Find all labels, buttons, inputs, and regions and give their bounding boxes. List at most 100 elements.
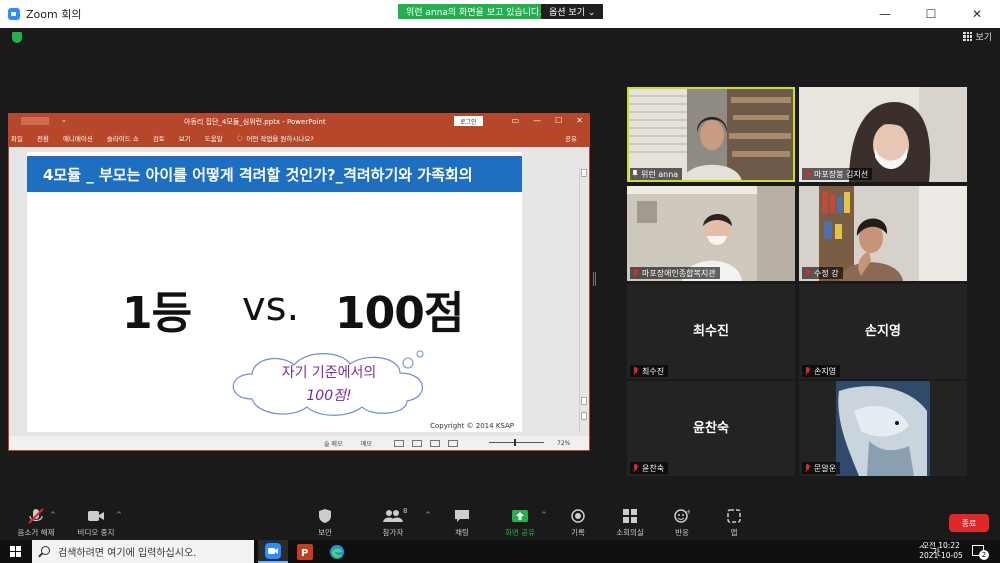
video-options-caret[interactable]: ^ <box>116 511 122 519</box>
zoom-app-icon <box>265 542 281 559</box>
svg-text:P: P <box>301 548 308 559</box>
participant-display-name: 최수진 <box>693 324 729 339</box>
ppt-share-button: 공유 <box>565 135 577 143</box>
stop-video-label: 비디오 중지 <box>77 528 115 537</box>
participant-name-tag: 마포장애인종합복지관 <box>630 267 720 279</box>
mic-muted-icon <box>632 463 639 473</box>
mic-muted-icon <box>632 268 639 278</box>
shield-icon <box>295 507 355 525</box>
encryption-shield-icon[interactable] <box>12 32 22 43</box>
notification-count: 2 <box>979 550 989 560</box>
mic-muted-icon <box>804 463 811 473</box>
window-controls: — ☐ ✕ <box>862 0 1000 28</box>
ppt-titlebar: ⌄ 아동리 집단_4모듈_심위런.pptx - PowerPoint 로그인 ▭… <box>9 114 589 129</box>
view-layout-label: 보기 <box>975 33 992 43</box>
maximize-button[interactable]: ☐ <box>908 0 954 28</box>
taskbar-edge-app[interactable] <box>322 540 352 563</box>
ppt-file-title: 아동리 집단_4모듈_심위런.pptx - PowerPoint <box>184 118 326 126</box>
breakout-rooms-button[interactable]: 소회의실 <box>600 507 660 538</box>
ppt-zoom-knob <box>514 439 516 446</box>
participant-name: 마포장애인종합복지관 <box>642 268 716 278</box>
view-options-button[interactable]: 옵션 보기 ⌄ <box>541 4 604 19</box>
people-icon: 8 <box>363 507 423 525</box>
participant-name: 수정 강 <box>814 268 839 278</box>
chat-button[interactable]: 채팅 <box>432 507 492 538</box>
security-label: 보안 <box>318 528 332 537</box>
participant-name-tag: 수정 강 <box>802 267 843 279</box>
split-view-handle[interactable] <box>593 272 596 286</box>
pin-icon <box>632 170 638 178</box>
close-button[interactable]: ✕ <box>954 0 1000 28</box>
mic-muted-icon <box>632 366 639 376</box>
ppt-tab-view: 보기 <box>178 135 191 143</box>
participants-options-caret[interactable]: ^ <box>425 511 431 519</box>
participant-name: 문알운 <box>814 463 837 473</box>
powerpoint-app-icon: P <box>297 543 313 560</box>
qat-customize-icon: ⌄ <box>61 116 67 124</box>
mic-muted-icon <box>804 268 811 278</box>
chat-label: 채팅 <box>455 528 469 537</box>
participants-button[interactable]: 8 참가자 <box>363 507 423 538</box>
ppt-ribbon-tabs: 파일 전환 애니메이션 슬라이드 쇼 검토 보기 도움말 ◌ 어떤 작업을 원하… <box>9 129 589 147</box>
search-icon <box>41 546 50 555</box>
participant-name-tag: 문알운 <box>802 462 841 474</box>
view-layout-button[interactable]: 보기 <box>963 30 992 43</box>
ppt-vertical-scrollbar <box>579 167 587 432</box>
clock-date: 2021-10-05 <box>919 551 963 560</box>
participant-tile[interactable]: 문알운 <box>799 381 967 476</box>
zoom-window: Zoom 회의 — ☐ ✕ 위런 anna의 화면을 보고 있습니다. 옵션 보… <box>0 0 1000 563</box>
shared-screen-powerpoint: ⌄ 아동리 집단_4모듈_심위런.pptx - PowerPoint 로그인 ▭… <box>8 113 590 451</box>
ppt-view-buttons <box>394 439 458 447</box>
reactions-button[interactable]: + 반응 <box>652 507 712 538</box>
audio-options-caret[interactable]: ^ <box>50 511 56 519</box>
participant-name-tag: 최수진 <box>630 365 669 377</box>
record-button[interactable]: 기록 <box>548 507 608 538</box>
security-button[interactable]: 보안 <box>295 507 355 538</box>
windows-taskbar: 검색하려면 여기에 입력하십시오. P ^ 가 오전 10:22 2021-10… <box>0 540 1000 563</box>
chat-bubble-icon <box>432 507 492 525</box>
taskbar-clock[interactable]: 오전 10:22 2021-10-05 <box>918 541 964 561</box>
slide-vs: vs. <box>242 284 300 330</box>
taskbar-zoom-app[interactable] <box>258 540 288 563</box>
participant-tile[interactable]: 손지영 손지영 <box>799 284 967 379</box>
minimize-button[interactable]: — <box>862 0 908 28</box>
unmute-button[interactable]: 음소거 해제 <box>6 507 66 538</box>
slide-header: 4모듈 _ 부모는 아이를 어떻게 격려할 것인가?_격려하기와 가족회의 <box>27 156 522 192</box>
end-meeting-button[interactable]: 종료 <box>949 514 989 532</box>
participant-tile[interactable]: 마포장봉 김지선 <box>799 87 967 182</box>
ppt-tell-me: 어떤 작업을 원하시나요? <box>246 135 314 143</box>
breakout-label: 소회의실 <box>616 528 644 537</box>
taskbar-search-placeholder: 검색하려면 여기에 입력하십시오. <box>58 548 197 559</box>
share-options-caret[interactable]: ^ <box>541 511 547 519</box>
participant-name: 손지영 <box>814 366 837 376</box>
ppt-tab-review: 검토 <box>152 135 165 143</box>
participant-tile[interactable]: 윤찬숙 윤찬숙 <box>627 381 795 476</box>
record-label: 기록 <box>571 528 585 537</box>
participant-name-tag: 위런 anna <box>630 168 683 180</box>
participants-count: 8 <box>403 507 408 515</box>
participant-name-tag: 손지영 <box>802 365 841 377</box>
participant-tile[interactable]: 위런 anna <box>627 87 795 182</box>
notification-center-icon[interactable]: 2 <box>972 545 989 560</box>
slide-copyright: Copyright © 2014 KSAP <box>430 422 514 430</box>
participant-tile[interactable]: 최수진 최수진 <box>627 284 795 379</box>
cloud-text-line2: 100점! <box>306 388 352 404</box>
ppt-tab-file: 파일 <box>11 135 23 143</box>
taskbar-powerpoint-app[interactable]: P <box>290 540 320 563</box>
ppt-zoom-level: 72% <box>557 439 571 447</box>
apps-icon <box>704 507 764 525</box>
windows-start-icon[interactable] <box>10 546 21 557</box>
mic-muted-icon <box>804 169 811 179</box>
quick-access-toolbar <box>21 117 49 125</box>
ppt-slide-area: 4모듈 _ 부모는 아이를 어떻게 격려할 것인가?_격려하기와 가족회의 1등… <box>9 147 589 437</box>
ppt-window-controls: ▭ — ☐ ✕ <box>511 116 583 125</box>
participant-tile[interactable]: 수정 강 <box>799 186 967 281</box>
participant-tile[interactable]: 마포장애인종합복지관 <box>627 186 795 281</box>
unmute-label: 음소거 해제 <box>17 528 55 537</box>
participant-name: 윤찬숙 <box>642 463 665 473</box>
apps-button[interactable]: 앱 <box>704 507 764 538</box>
slide: 4모듈 _ 부모는 아이를 어떻게 격려할 것인가?_격려하기와 가족회의 1등… <box>27 152 522 432</box>
slide-left-phrase: 1등 <box>122 288 192 339</box>
ppt-login-button: 로그인 <box>454 116 483 126</box>
taskbar-search-box[interactable]: 검색하려면 여기에 입력하십시오. <box>32 540 254 563</box>
